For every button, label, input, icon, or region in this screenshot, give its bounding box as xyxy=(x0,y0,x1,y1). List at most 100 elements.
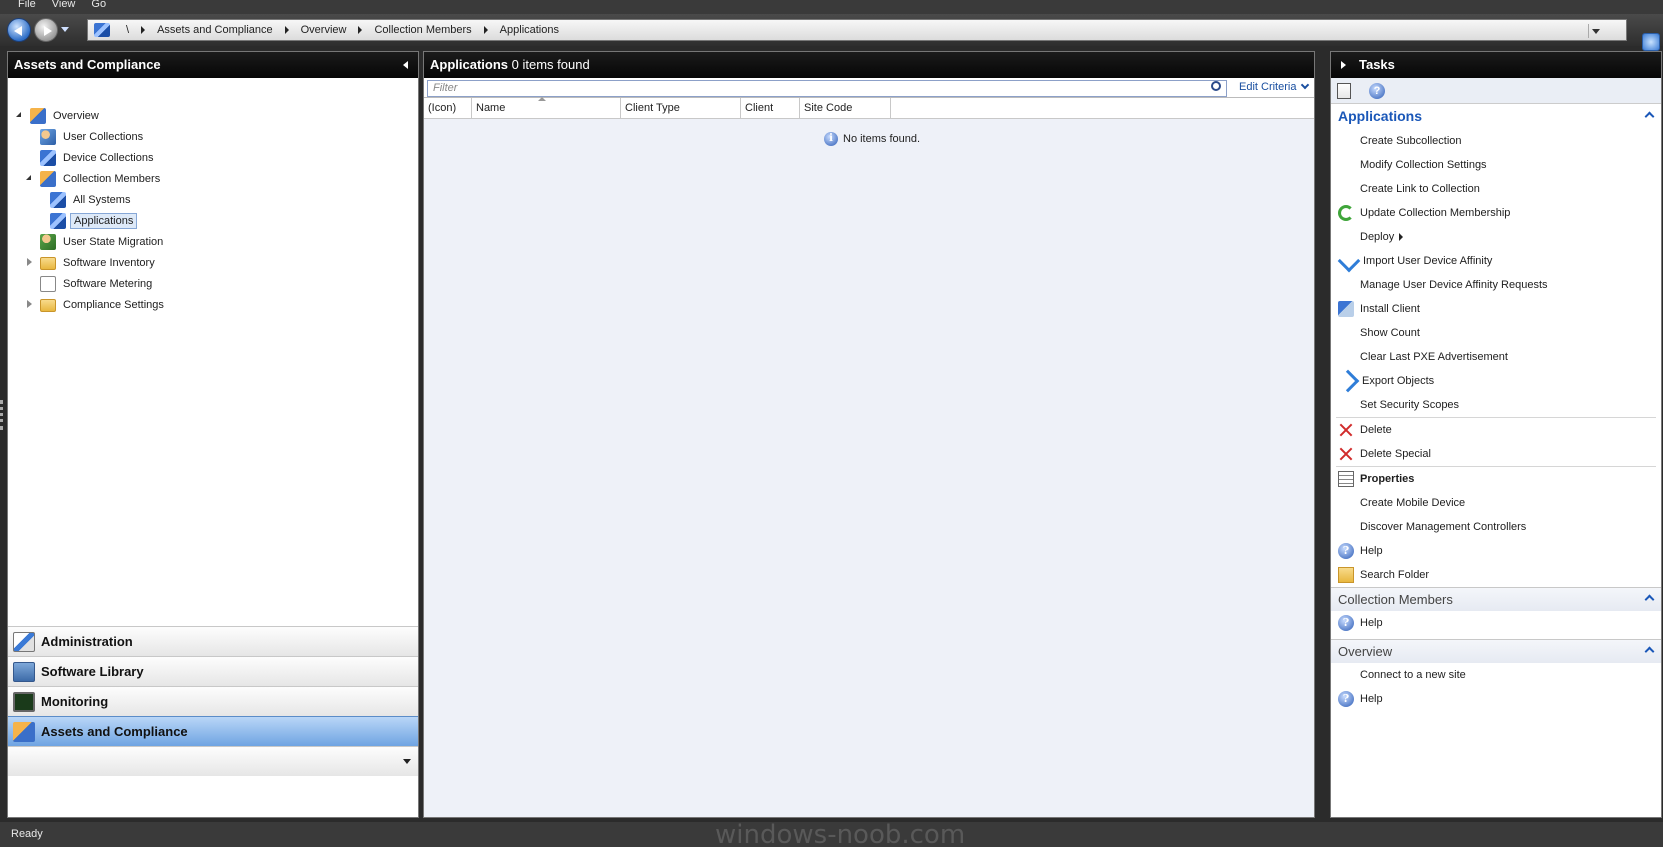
tree-item-device-collections[interactable]: Device Collections xyxy=(40,148,156,168)
refresh-icon[interactable] xyxy=(1642,33,1660,51)
tree-item-user-state-migration[interactable]: User State Migration xyxy=(40,232,166,252)
chevron-up-icon[interactable] xyxy=(1644,111,1655,122)
section-applications[interactable]: Applications xyxy=(1331,104,1661,129)
breadcrumb-root[interactable]: \ xyxy=(120,24,135,36)
expand-toggle-icon[interactable] xyxy=(27,300,32,308)
workspace-overflow[interactable] xyxy=(8,746,418,776)
forward-button[interactable] xyxy=(34,18,58,42)
tasks-title: Tasks xyxy=(1359,57,1395,72)
task-modify-collection-settings[interactable]: Modify Collection Settings xyxy=(1331,153,1661,177)
help-icon[interactable]: ? xyxy=(1369,83,1385,99)
task-create-link[interactable]: Create Link to Collection xyxy=(1331,177,1661,201)
watermark: windows-noob.com xyxy=(715,820,966,847)
workspace-assets-and-compliance[interactable]: Assets and Compliance xyxy=(8,716,418,746)
column-site-code[interactable]: Site Code xyxy=(800,98,891,119)
menu-file[interactable]: File xyxy=(10,0,44,14)
workspace-software-library[interactable]: Software Library xyxy=(8,656,418,686)
task-manage-affinity[interactable]: Manage User Device Affinity Requests xyxy=(1331,273,1661,297)
menu-go[interactable]: Go xyxy=(83,0,114,14)
tree-item-all-systems[interactable]: All Systems xyxy=(50,190,133,210)
refresh-icon xyxy=(1338,205,1354,221)
task-label: Create Mobile Device xyxy=(1360,497,1466,509)
collection-members-icon xyxy=(40,171,56,187)
breadcrumb-separator-icon[interactable] xyxy=(483,26,488,34)
task-install-client[interactable]: Install Client xyxy=(1331,297,1661,321)
blank-icon xyxy=(1338,157,1354,173)
expand-toggle-icon[interactable] xyxy=(16,112,21,117)
breadcrumb-separator-icon[interactable] xyxy=(358,26,363,34)
task-create-subcollection[interactable]: Create Subcollection xyxy=(1331,129,1661,153)
tree-item-label: All Systems xyxy=(73,194,131,206)
task-create-mobile[interactable]: Create Mobile Device xyxy=(1331,491,1661,515)
back-button[interactable] xyxy=(7,18,31,42)
window-edge-grip[interactable] xyxy=(0,400,3,430)
breadcrumb-applications[interactable]: Applications xyxy=(494,24,565,36)
section-collection-members[interactable]: Collection Members xyxy=(1331,587,1661,611)
tree-item-software-inventory[interactable]: Software Inventory xyxy=(40,253,158,273)
delete-icon xyxy=(1338,422,1354,438)
column-client[interactable]: Client xyxy=(741,98,800,119)
status-text: Ready xyxy=(11,828,43,840)
tree-item-software-metering[interactable]: Software Metering xyxy=(40,274,155,294)
task-deploy[interactable]: Deploy xyxy=(1331,225,1661,249)
column-client-type[interactable]: Client Type xyxy=(621,98,741,119)
chevron-down-icon[interactable] xyxy=(403,759,411,764)
workspace-administration[interactable]: Administration xyxy=(8,626,418,656)
section-overview[interactable]: Overview xyxy=(1331,639,1661,663)
breadcrumb-overview[interactable]: Overview xyxy=(295,24,353,36)
menu-view[interactable]: View xyxy=(44,0,84,14)
blank-icon xyxy=(1338,667,1354,683)
collapse-pane-icon[interactable] xyxy=(403,61,408,69)
results-header: Applications 0 items found xyxy=(424,52,1314,78)
chevron-up-icon[interactable] xyxy=(1644,646,1655,657)
workspace-switcher: Administration Software Library Monitori… xyxy=(8,626,418,776)
empty-state: i No items found. xyxy=(824,132,920,146)
tree-item-collection-members[interactable]: Collection Members xyxy=(40,169,163,189)
address-dropdown-icon[interactable] xyxy=(1588,24,1602,38)
edit-criteria-button[interactable]: Edit Criteria xyxy=(1239,80,1310,93)
tree-item-overview[interactable]: Overview xyxy=(30,106,102,126)
breadcrumb-collection-members[interactable]: Collection Members xyxy=(368,24,477,36)
breadcrumb-separator-icon[interactable] xyxy=(141,26,146,34)
task-label: Manage User Device Affinity Requests xyxy=(1360,279,1548,291)
task-clear-pxe[interactable]: Clear Last PXE Advertisement xyxy=(1331,345,1661,369)
chevron-up-icon[interactable] xyxy=(1644,594,1655,605)
blank-icon xyxy=(1338,495,1354,511)
tree-item-user-collections[interactable]: User Collections xyxy=(40,127,146,147)
folder-icon xyxy=(40,256,56,270)
collection-icon xyxy=(50,192,66,208)
clipboard-icon[interactable] xyxy=(1337,83,1351,99)
task-properties[interactable]: Properties xyxy=(1331,467,1661,491)
search-icon[interactable] xyxy=(1211,81,1221,91)
collapse-tasks-icon[interactable] xyxy=(1341,61,1346,69)
tree-item-compliance-settings[interactable]: Compliance Settings xyxy=(40,295,167,315)
column-name[interactable]: Name xyxy=(472,97,621,119)
expand-toggle-icon[interactable] xyxy=(26,175,31,180)
task-collection-members-help[interactable]: ? Help xyxy=(1331,611,1661,635)
task-show-count[interactable]: Show Count xyxy=(1331,321,1661,345)
task-delete[interactable]: Delete xyxy=(1331,418,1661,442)
sort-ascending-icon xyxy=(538,97,546,101)
history-dropdown-icon[interactable] xyxy=(61,27,69,32)
filter-input[interactable]: Filter xyxy=(427,80,1227,97)
overview-icon xyxy=(30,108,46,124)
breadcrumb-separator-icon[interactable] xyxy=(284,26,289,34)
workspace-monitoring[interactable]: Monitoring xyxy=(8,686,418,716)
task-delete-special[interactable]: Delete Special xyxy=(1331,442,1661,466)
task-overview-help[interactable]: ? Help xyxy=(1331,687,1661,711)
task-discover-mgmt[interactable]: Discover Management Controllers xyxy=(1331,515,1661,539)
task-import-affinity[interactable]: Import User Device Affinity xyxy=(1331,249,1661,273)
breadcrumb-assets[interactable]: Assets and Compliance xyxy=(151,24,279,36)
breadcrumb[interactable]: \ Assets and Compliance Overview Collect… xyxy=(87,19,1627,41)
task-help[interactable]: ? Help xyxy=(1331,539,1661,563)
task-connect-site[interactable]: Connect to a new site xyxy=(1331,663,1661,687)
task-search-folder[interactable]: Search Folder xyxy=(1331,563,1661,587)
column-icon[interactable]: (Icon) xyxy=(424,98,472,119)
tree-item-applications[interactable]: Applications xyxy=(50,211,138,231)
software-library-icon xyxy=(13,661,35,682)
expand-toggle-icon[interactable] xyxy=(27,258,32,266)
task-update-membership[interactable]: Update Collection Membership xyxy=(1331,201,1661,225)
task-set-security-scopes[interactable]: Set Security Scopes xyxy=(1331,393,1661,417)
tree-item-label: Compliance Settings xyxy=(63,299,164,311)
task-export-objects[interactable]: Export Objects xyxy=(1331,369,1661,393)
